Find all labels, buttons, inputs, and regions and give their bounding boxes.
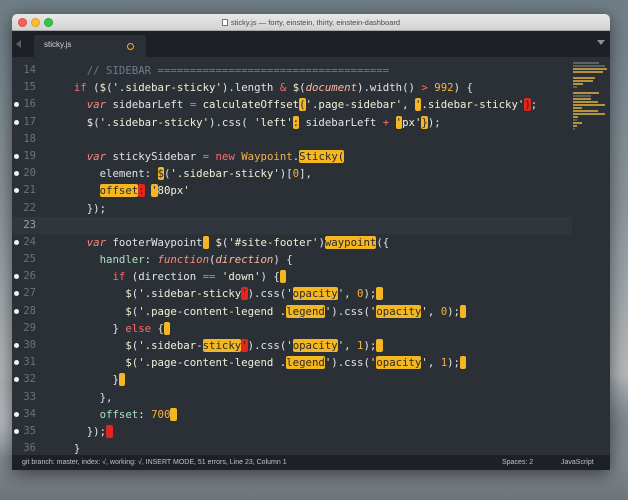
editor-window: sticky.js — forty, einstein, thirty, ein…	[12, 14, 610, 470]
code-line[interactable]: 33 },	[12, 389, 572, 406]
line-number: 14	[23, 64, 36, 76]
minimap-line	[573, 110, 598, 112]
code-text: handler: function(direction) {	[99, 253, 293, 267]
line-number: 28	[23, 304, 36, 317]
tab-sticky-js[interactable]: sticky.js	[34, 35, 146, 57]
code-text: if (direction == 'down') {	[61, 268, 287, 285]
line-number: 23	[23, 218, 36, 231]
code-text: var footerWaypoint $('#site-footer')wayp…	[86, 235, 390, 249]
code-text: $('.sidebar-sticky').css('opacity', 0);	[61, 285, 383, 302]
code-text: offset: 700	[61, 406, 177, 423]
minimap-line	[573, 98, 591, 100]
line-number: 17	[23, 115, 36, 128]
minimap-line	[573, 122, 582, 124]
code-line[interactable]: 14 // SIDEBAR ==========================…	[12, 62, 572, 79]
code-line[interactable]: 21 offset: '80px'	[12, 182, 572, 199]
unsaved-dot-icon[interactable]	[127, 43, 134, 50]
code-text: },	[99, 390, 113, 404]
code-text: if ($('.sidebar-sticky').length & $(docu…	[73, 81, 473, 95]
line-number: 19	[23, 149, 36, 162]
line-number: 31	[23, 356, 36, 369]
indentation-status[interactable]: Spaces: 2	[502, 455, 533, 470]
line-number: 26	[23, 270, 36, 283]
code-line[interactable]: 22 });	[12, 200, 572, 217]
code-line[interactable]: 35 });	[12, 423, 572, 440]
syntax-status[interactable]: JavaScript	[561, 455, 594, 470]
code-line[interactable]: 25 handler: function(direction) {	[12, 251, 572, 268]
code-text: // SIDEBAR =============================…	[86, 64, 390, 77]
line-number: 35	[23, 424, 36, 437]
line-number: 32	[23, 373, 36, 386]
line-number: 29	[23, 321, 36, 334]
minimap-line	[573, 62, 599, 64]
minimap-line	[573, 107, 582, 109]
tab-label: sticky.js	[44, 40, 72, 49]
minimap-line	[573, 125, 577, 127]
code-text: }	[61, 371, 126, 388]
code-line[interactable]: 19 var stickySidebar = new Waypoint.Stic…	[12, 148, 572, 165]
window-title: sticky.js — forty, einstein, thirty, ein…	[230, 18, 401, 27]
vertical-scrollbar[interactable]	[598, 57, 610, 455]
status-info: git branch: master, index: √, working: √…	[22, 459, 287, 466]
minimap-line	[573, 95, 591, 97]
code-line[interactable]: 16 var sidebarLeft = calculateOffset('.p…	[12, 96, 572, 113]
minimap-line	[573, 116, 578, 118]
window-title-wrap: sticky.js — forty, einstein, thirty, ein…	[12, 14, 610, 31]
line-number: 33	[23, 390, 36, 403]
code-line[interactable]: 31 $('.page-content-legend .legend').css…	[12, 354, 572, 371]
minimap-line	[573, 101, 598, 103]
line-number: 15	[23, 81, 36, 94]
code-text: $('.page-content-legend .legend').css('o…	[61, 354, 467, 371]
line-number: 30	[23, 339, 36, 351]
code-lines: 14 // SIDEBAR ==========================…	[12, 62, 572, 457]
code-text: $('.sidebar-sticky').css( 'left': sideba…	[86, 115, 441, 129]
code-text: });	[86, 201, 107, 215]
code-text: $('.sidebar-sticky').css('opacity', 1);	[61, 337, 383, 354]
line-number: 24	[23, 235, 36, 248]
line-number: 21	[23, 184, 36, 197]
line-number: 34	[23, 407, 36, 420]
code-line[interactable]: 20 element: $('.sidebar-sticky')[0],	[12, 165, 572, 182]
minimap-line	[573, 128, 575, 130]
code-line[interactable]: 30 $('.sidebar-sticky').css('opacity', 1…	[12, 337, 572, 354]
code-text: var stickySidebar = new Waypoint.Sticky(	[86, 149, 345, 163]
line-number: 25	[23, 253, 36, 266]
code-line[interactable]: 24 var footerWaypoint $('#site-footer')w…	[12, 234, 572, 251]
code-line[interactable]: 28 $('.page-content-legend .legend').css…	[12, 303, 572, 320]
code-line[interactable]: 15 if ($('.sidebar-sticky').length & $(d…	[12, 79, 572, 96]
minimap-line	[573, 83, 583, 85]
code-line[interactable]: 27 $('.sidebar-sticky').css('opacity', 0…	[12, 285, 572, 302]
code-line[interactable]: 18	[12, 131, 572, 148]
document-icon	[221, 19, 228, 26]
tab-bar: sticky.js	[12, 31, 610, 57]
minimap-line	[573, 92, 599, 94]
code-text: offset: '80px'	[99, 184, 190, 198]
code-text: $('.page-content-legend .legend').css('o…	[61, 303, 467, 320]
line-number: 18	[23, 132, 36, 145]
code-text: element: $('.sidebar-sticky')[0],	[99, 167, 312, 181]
line-number: 20	[23, 167, 36, 180]
status-bar: git branch: master, index: √, working: √…	[12, 455, 610, 470]
minimap-line	[573, 80, 593, 82]
line-number: 27	[23, 287, 36, 300]
code-text: });	[61, 423, 113, 440]
code-line[interactable]: 26 if (direction == 'down') {	[12, 268, 572, 285]
code-text: var sidebarLeft = calculateOffset('.page…	[86, 98, 538, 112]
minimap-line	[573, 119, 577, 121]
code-line[interactable]: 32 }	[12, 371, 572, 388]
line-number: 16	[23, 98, 36, 111]
title-bar: sticky.js — forty, einstein, thirty, ein…	[12, 14, 610, 31]
tab-overflow-chevron-icon[interactable]	[597, 40, 605, 45]
code-line[interactable]: 17 $('.sidebar-sticky').css( 'left': sid…	[12, 114, 572, 131]
line-number: 22	[23, 201, 36, 214]
minimap-line	[573, 86, 577, 88]
minimap-line	[573, 77, 595, 79]
code-text: } else {	[61, 320, 171, 337]
code-editor[interactable]: 14 // SIDEBAR ==========================…	[12, 57, 610, 455]
code-line[interactable]: 23	[12, 216, 572, 234]
code-line[interactable]: 34 offset: 700	[12, 406, 572, 423]
tab-scroll-left-icon[interactable]	[16, 40, 21, 48]
code-line[interactable]: 29 } else {	[12, 320, 572, 337]
